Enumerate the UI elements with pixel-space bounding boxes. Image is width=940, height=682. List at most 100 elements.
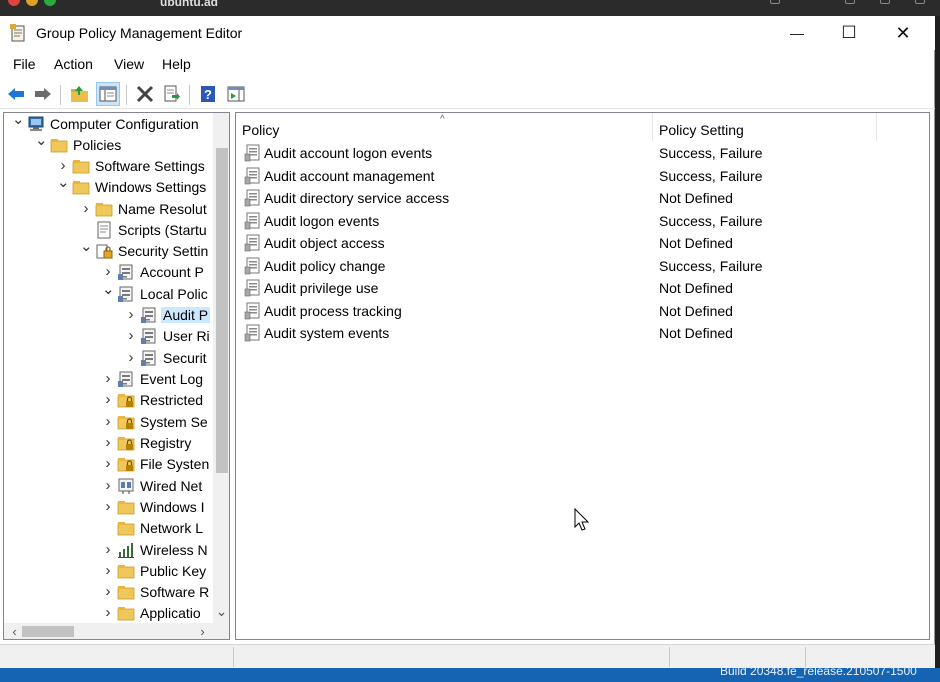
delete-button[interactable] bbox=[133, 82, 157, 106]
policy-row[interactable]: Audit logon events Success, Failure bbox=[236, 210, 926, 232]
chevron-right-icon[interactable]: › bbox=[102, 414, 114, 429]
tree-node[interactable]: › Public Key bbox=[4, 561, 210, 582]
chevron-down-icon[interactable]: ⌄ bbox=[57, 175, 70, 190]
tree-node[interactable]: › Audit P bbox=[4, 305, 211, 326]
export-list-button[interactable] bbox=[160, 82, 184, 106]
tree-node[interactable]: › Applicatio bbox=[4, 603, 210, 624]
policy-row[interactable]: Audit account logon events Success, Failu… bbox=[236, 142, 926, 164]
host-zoom-dot[interactable] bbox=[44, 0, 56, 6]
tree-node-label: Local Polic bbox=[140, 286, 208, 302]
host-close-dot[interactable] bbox=[8, 0, 20, 6]
tree-node[interactable]: › Name Resolut bbox=[4, 199, 210, 220]
close-button[interactable]: ✕ bbox=[877, 16, 929, 50]
tree-node[interactable]: › Securit bbox=[4, 348, 210, 369]
tree-node[interactable]: › Registry bbox=[4, 433, 210, 454]
chevron-right-icon[interactable]: › bbox=[57, 158, 69, 173]
tree-node[interactable]: › Restricted bbox=[4, 390, 210, 411]
tree-node[interactable]: › Account P bbox=[4, 262, 210, 283]
chevron-right-icon[interactable]: › bbox=[102, 371, 114, 386]
host-control-icon[interactable] bbox=[915, 0, 925, 4]
up-one-level-button[interactable] bbox=[68, 82, 92, 106]
tree-node[interactable]: › Wireless N bbox=[4, 540, 210, 561]
policy-row[interactable]: Audit object access Not Defined bbox=[236, 232, 926, 254]
chevron-right-icon[interactable]: › bbox=[102, 584, 114, 599]
chevron-right-icon[interactable]: › bbox=[125, 307, 137, 322]
maximize-button[interactable]: ☐ bbox=[823, 16, 875, 50]
chevron-right-icon[interactable]: › bbox=[102, 542, 114, 557]
chevron-right-icon[interactable]: › bbox=[125, 328, 137, 343]
policy-row[interactable]: Audit directory service access Not Define… bbox=[236, 187, 926, 209]
show-action-pane-button[interactable] bbox=[224, 82, 248, 106]
tree-node[interactable]: ⌄ Policies bbox=[4, 133, 210, 156]
scroll-right-icon[interactable]: › bbox=[194, 623, 211, 639]
policy-row[interactable]: Audit account management Success, Failure bbox=[236, 165, 926, 187]
chevron-right-icon[interactable]: › bbox=[102, 264, 114, 279]
chevron-right-icon[interactable]: › bbox=[125, 350, 137, 365]
up-folder-icon bbox=[71, 86, 88, 102]
policy-row[interactable]: Audit system events Not Defined bbox=[236, 322, 926, 344]
chevron-down-icon[interactable]: ⌄ bbox=[80, 239, 93, 254]
tree-node[interactable]: Scripts (Startu bbox=[4, 220, 210, 241]
chevron-right-icon[interactable]: › bbox=[102, 478, 114, 493]
chevron-right-icon[interactable]: › bbox=[102, 435, 114, 450]
show-action-pane-icon bbox=[227, 86, 245, 102]
tree-node[interactable]: › Wired Net bbox=[4, 476, 210, 497]
help-button[interactable]: ? bbox=[196, 82, 220, 106]
host-control-icon[interactable] bbox=[770, 0, 780, 4]
policy-name: Audit process tracking bbox=[264, 302, 402, 319]
chevron-down-icon[interactable]: ⌄ bbox=[12, 113, 25, 127]
chevron-right-icon[interactable]: › bbox=[102, 605, 114, 620]
tree-node[interactable]: › Windows I bbox=[4, 497, 210, 518]
tree-node[interactable]: › File Systen bbox=[4, 454, 210, 475]
host-control-icon[interactable] bbox=[845, 0, 855, 4]
policy-name: Audit privilege use bbox=[264, 280, 379, 296]
scroll-left-icon[interactable]: ‹ bbox=[6, 623, 23, 639]
menu-bar: File Action View Help bbox=[0, 50, 935, 77]
tree-vertical-scrollbar[interactable]: ⌄ bbox=[213, 113, 229, 623]
forward-button[interactable] bbox=[31, 82, 55, 106]
tree-node[interactable]: ⌄ Local Polic bbox=[4, 282, 210, 305]
help-icon: ? bbox=[201, 86, 215, 102]
menu-view[interactable]: View bbox=[114, 56, 144, 72]
tree-node[interactable]: › Event Log bbox=[4, 369, 210, 390]
tree-node-label: User Ri bbox=[163, 328, 210, 344]
chevron-down-icon[interactable]: ⌄ bbox=[102, 282, 115, 297]
tree-node[interactable]: › User Ri bbox=[4, 326, 210, 347]
policy-row[interactable]: Audit process tracking Not Defined bbox=[236, 300, 926, 322]
chevron-right-icon[interactable]: › bbox=[80, 201, 92, 216]
policy-setting-value: Not Defined bbox=[659, 302, 733, 319]
close-icon: ✕ bbox=[895, 22, 911, 43]
chevron-right-icon[interactable]: › bbox=[102, 392, 114, 407]
scroll-down-icon[interactable]: ⌄ bbox=[213, 603, 229, 620]
chevron-right-icon[interactable]: › bbox=[102, 499, 114, 514]
chevron-down-icon[interactable]: ⌄ bbox=[35, 133, 48, 148]
tree-horizontal-scroll-thumb[interactable] bbox=[22, 626, 74, 637]
tree-node[interactable]: › System Se bbox=[4, 412, 210, 433]
tree-node[interactable]: ⌄ Windows Settings bbox=[4, 175, 210, 198]
tree-node[interactable]: › Software Settings bbox=[4, 156, 210, 177]
tree-horizontal-scrollbar[interactable]: ‹ › bbox=[4, 623, 213, 639]
chevron-right-icon[interactable]: › bbox=[102, 456, 114, 471]
tree-vertical-scroll-thumb[interactable] bbox=[216, 148, 228, 473]
policy-name: Audit account management bbox=[264, 167, 435, 184]
tree-node[interactable]: Network L bbox=[4, 518, 210, 539]
policy-row[interactable]: Audit privilege use Not Defined bbox=[236, 277, 926, 299]
back-button[interactable] bbox=[4, 82, 28, 106]
host-control-icon[interactable] bbox=[880, 0, 890, 4]
console-tree-pane[interactable]: ⌄ Computer Configuration ⌄ Policies › Softwar… bbox=[3, 112, 230, 640]
minimize-button[interactable]: — bbox=[771, 16, 823, 50]
menu-action[interactable]: Action bbox=[54, 56, 93, 72]
chevron-right-icon[interactable]: › bbox=[102, 563, 114, 578]
policy-icon bbox=[244, 167, 261, 185]
menu-file[interactable]: File bbox=[13, 56, 36, 72]
tree-node-label: Scripts (Startu bbox=[118, 222, 207, 238]
column-header-policy-setting[interactable]: Policy Setting bbox=[653, 113, 877, 141]
show-hide-console-tree-button[interactable] bbox=[96, 82, 120, 106]
tree-node[interactable]: ⌄ Security Settin bbox=[4, 239, 210, 262]
back-icon bbox=[8, 88, 24, 100]
policy-row[interactable]: Audit policy change Success, Failure bbox=[236, 255, 926, 277]
host-minimize-dot[interactable] bbox=[26, 0, 38, 6]
tree-node[interactable]: › Software R bbox=[4, 582, 210, 603]
details-pane[interactable]: Policy ^ Policy Setting Audit account lo… bbox=[235, 112, 930, 640]
menu-help[interactable]: Help bbox=[162, 56, 191, 72]
